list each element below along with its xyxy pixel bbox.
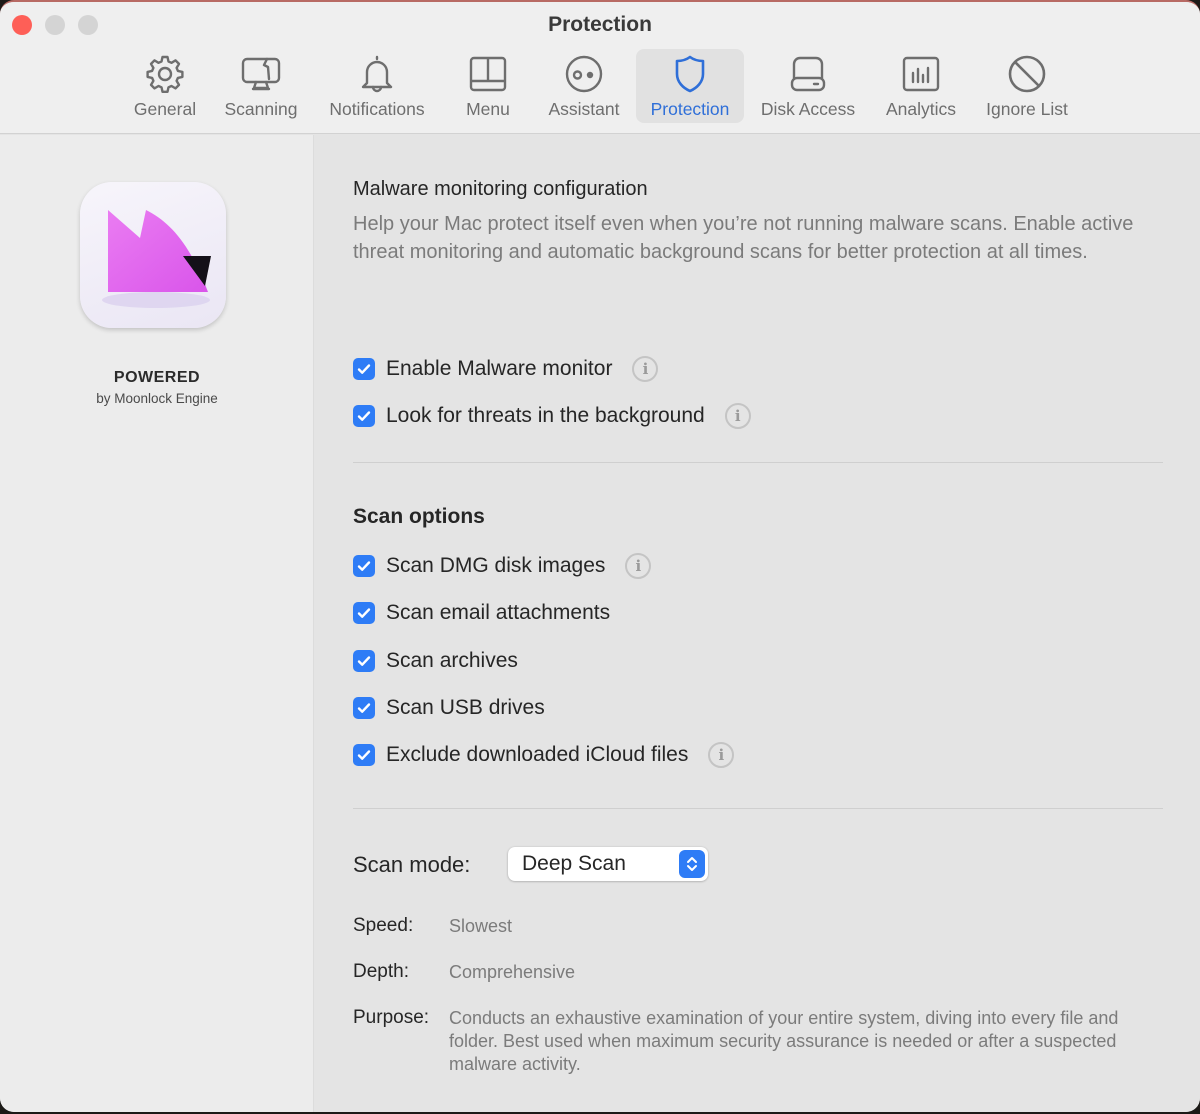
scan-dmg-option[interactable]: Scan DMG disk images i	[353, 553, 652, 579]
monitoring-heading: Malware monitoring configuration	[353, 178, 648, 200]
info-icon[interactable]: i	[724, 403, 751, 429]
tab-scanning-label: Scanning	[224, 99, 298, 119]
enable-malware-monitor-label: Enable Malware monitor	[386, 357, 613, 380]
scan-email-label: Scan email attachments	[386, 601, 611, 624]
sidebar: POWERED by Moonlock Engine	[0, 135, 314, 1112]
powered-label: POWERED	[113, 369, 201, 386]
purpose-value: Conducts an exhaustive examination of yo…	[449, 1008, 1119, 1074]
tab-ignore-list-label: Ignore List	[986, 99, 1068, 119]
scan-mode-value: Deep Scan	[522, 852, 626, 875]
checkmark-icon	[357, 703, 371, 713]
shield-icon	[675, 55, 705, 93]
scan-archives-label: Scan archives	[386, 649, 518, 672]
tab-disk-access[interactable]: Disk Access	[752, 49, 864, 123]
prohibited-icon	[1008, 55, 1046, 93]
scan-dmg-checkbox[interactable]	[353, 555, 375, 577]
tab-scanning[interactable]: Scanning	[216, 49, 306, 123]
info-icon[interactable]: i	[625, 553, 652, 579]
depth-label: Depth:	[353, 961, 409, 982]
exclude-icloud-checkbox[interactable]	[353, 744, 375, 766]
preferences-window: Protection General Scanning Notification…	[0, 0, 1200, 1112]
tab-disk-access-label: Disk Access	[760, 99, 856, 119]
tab-notifications[interactable]: Notifications	[316, 49, 438, 123]
speed-value: Slowest	[449, 916, 513, 936]
scan-usb-label: Scan USB drives	[386, 696, 545, 719]
scan-archives-checkbox[interactable]	[353, 650, 375, 672]
scan-usb-checkbox[interactable]	[353, 697, 375, 719]
monitoring-description: Help your Mac protect itself even when y…	[353, 213, 1134, 263]
speed-label: Speed:	[353, 915, 414, 936]
depth-value: Comprehensive	[449, 962, 576, 982]
background-threats-checkbox[interactable]	[353, 405, 375, 427]
protection-settings-panel: Malware monitoring configuration Help yo…	[315, 135, 1200, 1112]
monitor-icon	[241, 57, 281, 91]
scan-mode-label: Scan mode:	[353, 852, 471, 877]
tab-protection[interactable]: Protection	[636, 49, 744, 123]
title-bar: Protection General Scanning Notification…	[0, 2, 1200, 134]
enable-malware-monitor-option[interactable]: Enable Malware monitor i	[353, 356, 659, 382]
scan-archives-option[interactable]: Scan archives	[353, 648, 518, 674]
tab-menu-label: Menu	[466, 99, 510, 119]
tab-general[interactable]: General	[125, 49, 205, 123]
tab-analytics-label: Analytics	[885, 99, 957, 119]
gear-icon	[146, 55, 184, 93]
tab-ignore-list[interactable]: Ignore List	[976, 49, 1078, 123]
info-icon[interactable]: i	[632, 356, 659, 382]
checkmark-icon	[357, 750, 371, 760]
moonlock-app-icon	[80, 182, 226, 328]
scan-usb-option[interactable]: Scan USB drives	[353, 695, 545, 721]
tab-assistant-label: Assistant	[548, 99, 620, 119]
exclude-icloud-label: Exclude downloaded iCloud files	[386, 743, 689, 766]
checkmark-icon	[357, 561, 371, 571]
tab-assistant[interactable]: Assistant	[538, 49, 630, 123]
analytics-icon	[902, 56, 940, 92]
exclude-icloud-option[interactable]: Exclude downloaded iCloud files i	[353, 742, 735, 768]
disk-icon	[790, 56, 826, 92]
tab-analytics[interactable]: Analytics	[876, 49, 966, 123]
scan-dmg-label: Scan DMG disk images	[386, 554, 606, 577]
tab-notifications-label: Notifications	[329, 99, 425, 119]
preferences-toolbar: General Scanning Notifications Menu Assi…	[0, 49, 1200, 123]
background-threats-label: Look for threats in the background	[386, 404, 705, 427]
tab-protection-label: Protection	[650, 99, 730, 119]
checkmark-icon	[357, 411, 371, 421]
assistant-icon	[565, 55, 603, 93]
enable-malware-monitor-checkbox[interactable]	[353, 358, 375, 380]
checkmark-icon	[357, 364, 371, 374]
section-divider	[353, 808, 1163, 809]
window-title: Protection	[548, 13, 652, 36]
purpose-label: Purpose:	[353, 1007, 430, 1028]
menu-layout-icon	[469, 56, 507, 92]
info-icon[interactable]: i	[708, 742, 735, 768]
scan-email-option[interactable]: Scan email attachments	[353, 600, 610, 626]
scan-mode-select[interactable]: Deep Scan	[508, 847, 708, 881]
chevron-up-down-icon	[679, 850, 705, 878]
scan-email-checkbox[interactable]	[353, 602, 375, 624]
engine-label: by Moonlock Engine	[96, 391, 218, 406]
checkmark-icon	[357, 608, 371, 618]
tab-menu[interactable]: Menu	[452, 49, 524, 123]
scan-options-title: Scan options	[353, 505, 485, 528]
section-divider	[353, 462, 1163, 463]
bell-icon	[361, 55, 393, 93]
tab-general-label: General	[133, 99, 197, 119]
checkmark-icon	[357, 656, 371, 666]
moonlock-logo-icon	[102, 210, 211, 308]
background-threats-option[interactable]: Look for threats in the background i	[353, 403, 751, 429]
